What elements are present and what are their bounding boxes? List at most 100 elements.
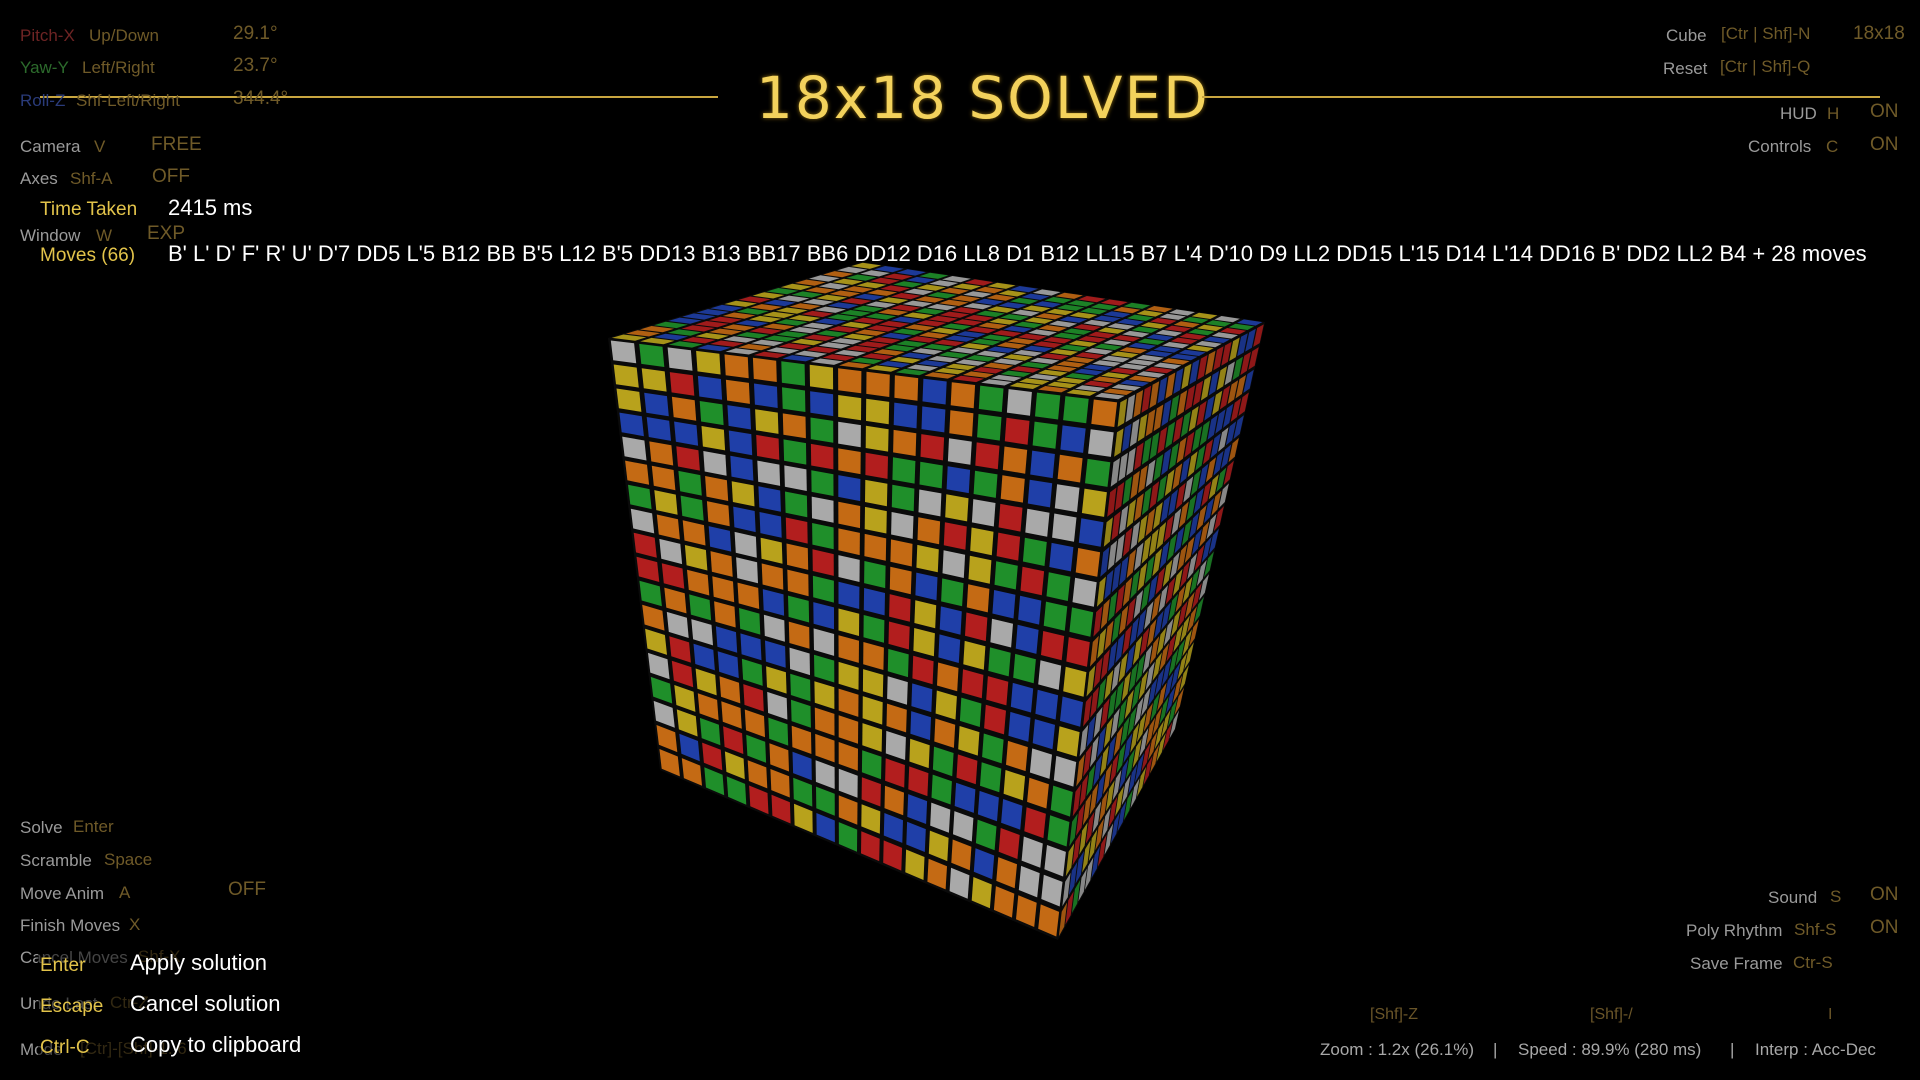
hud-value[interactable]: ON — [1870, 101, 1899, 123]
reset-label: Reset — [1663, 59, 1708, 78]
cube-sticker — [838, 448, 861, 475]
cube-face-front[interactable] — [608, 338, 1120, 940]
solve-key[interactable]: Enter — [73, 817, 114, 837]
cube-sticker — [810, 443, 834, 470]
cube-sticker — [1046, 572, 1071, 601]
cube-sticker — [1088, 429, 1114, 457]
cube-sticker — [1006, 389, 1032, 416]
controls-key: C — [1826, 137, 1839, 156]
scramble-key[interactable]: Space — [104, 850, 152, 870]
cube-sticker — [838, 421, 861, 448]
cube-sticker — [784, 465, 807, 491]
cube-sticker — [1052, 513, 1077, 542]
axes-value[interactable]: OFF — [152, 166, 190, 188]
cube-sticker — [755, 409, 779, 434]
cube-sticker — [1072, 577, 1097, 607]
reset-key[interactable]: [Ctr | Shf]-Q — [1720, 57, 1810, 77]
speed-status[interactable]: Speed : 89.9% (280 ms) — [1518, 1040, 1701, 1060]
window-label: Window — [20, 226, 81, 245]
cube-sticker — [644, 392, 669, 417]
cube-size-value[interactable]: 18x18 — [1853, 23, 1905, 45]
cube-sticker — [701, 426, 726, 451]
copy-to-clipboard-button[interactable]: Copy to clipboard — [130, 1032, 301, 1058]
cube-sticker — [1063, 396, 1089, 424]
cube-sticker — [756, 434, 780, 460]
apply-solution-button[interactable]: Apply solution — [130, 950, 267, 976]
cube-sticker — [865, 452, 888, 479]
cube-sticker — [1000, 475, 1025, 503]
cube-sticker — [757, 460, 781, 486]
pitch-value: 29.1° — [233, 23, 278, 44]
axes-label: Axes — [20, 169, 58, 188]
cube-sticker — [811, 470, 834, 496]
cube-sticker — [810, 417, 834, 443]
move-anim-label: Move Anim — [20, 884, 105, 903]
cube-sticker — [1022, 537, 1047, 566]
cube-sticker — [699, 401, 724, 426]
cube-sticker — [968, 555, 992, 584]
sound-value[interactable]: ON — [1870, 884, 1899, 906]
cube-sticker — [1027, 479, 1053, 508]
cube-sticker — [922, 378, 947, 405]
hud-label: HUD — [1780, 104, 1817, 123]
cube-sticker — [864, 506, 887, 534]
cube-size-label: Cube — [1666, 26, 1707, 45]
cube-sticker — [639, 343, 665, 367]
yaw-value: 23.7° — [233, 55, 278, 76]
cube-sticker — [894, 375, 919, 401]
cube-sticker — [918, 489, 942, 517]
poly-rhythm-label: Poly Rhythm — [1686, 921, 1783, 940]
cube-sticker — [782, 387, 806, 412]
cube-sticker — [667, 347, 693, 371]
cube-sticker — [1049, 542, 1074, 572]
cube-sticker — [891, 484, 915, 512]
save-frame-key[interactable]: Ctr-S — [1793, 953, 1833, 973]
cube-sticker — [994, 561, 1018, 590]
cube-sticker — [1054, 484, 1080, 513]
interp-status[interactable]: Interp : Acc-Dec — [1755, 1040, 1876, 1060]
cube-sticker — [1002, 446, 1028, 474]
cube-sticker — [610, 340, 637, 364]
cube-sticker — [1060, 425, 1086, 453]
cube-sticker — [893, 429, 917, 456]
pitch-axis-label: Pitch-X — [20, 26, 75, 45]
cube-sticker — [1066, 637, 1090, 667]
cube-sticker — [1030, 450, 1055, 479]
cube-sticker — [996, 532, 1021, 561]
time-taken-label: Time Taken — [40, 199, 138, 220]
cube-sticker — [782, 413, 806, 439]
cube-sticker — [838, 501, 861, 529]
cube-sticker — [1004, 417, 1030, 445]
cube-sticker — [1085, 458, 1111, 487]
cube-sticker — [1075, 548, 1101, 577]
camera-value[interactable]: FREE — [151, 134, 202, 156]
cube-sticker — [866, 371, 890, 397]
cube-sticker — [696, 350, 721, 375]
cube-sticker — [1020, 566, 1045, 596]
cube-sticker — [671, 396, 697, 421]
sound-key: S — [1830, 887, 1842, 906]
cube-viewport[interactable] — [0, 0, 1920, 1080]
cube-sticker — [973, 470, 998, 498]
cube-sticker — [811, 496, 834, 523]
cube-sticker — [941, 578, 964, 607]
cube-sticker — [865, 479, 888, 507]
roll-key: Shf-Left/Right — [76, 91, 180, 110]
cancel-solution-button[interactable]: Cancel solution — [130, 991, 280, 1017]
sound-label: Sound — [1768, 888, 1818, 907]
controls-value[interactable]: ON — [1870, 134, 1899, 156]
finish-moves-key[interactable]: X — [129, 915, 140, 935]
cube-sticker — [946, 466, 971, 494]
cube-sticker — [728, 430, 753, 456]
controls-label: Controls — [1748, 137, 1812, 156]
zoom-status[interactable]: Zoom : 1.2x (26.1%) — [1320, 1040, 1474, 1060]
move-anim-value[interactable]: OFF — [228, 879, 266, 901]
cube-sticker — [992, 590, 1016, 619]
cube-sticker — [1069, 607, 1094, 637]
cube-sticker — [893, 402, 918, 429]
poly-rhythm-value[interactable]: ON — [1870, 917, 1899, 939]
cube-sticker — [781, 361, 805, 386]
cube-sticker — [921, 406, 946, 433]
cube-sticker — [943, 522, 967, 550]
cube-sticker — [641, 368, 667, 392]
